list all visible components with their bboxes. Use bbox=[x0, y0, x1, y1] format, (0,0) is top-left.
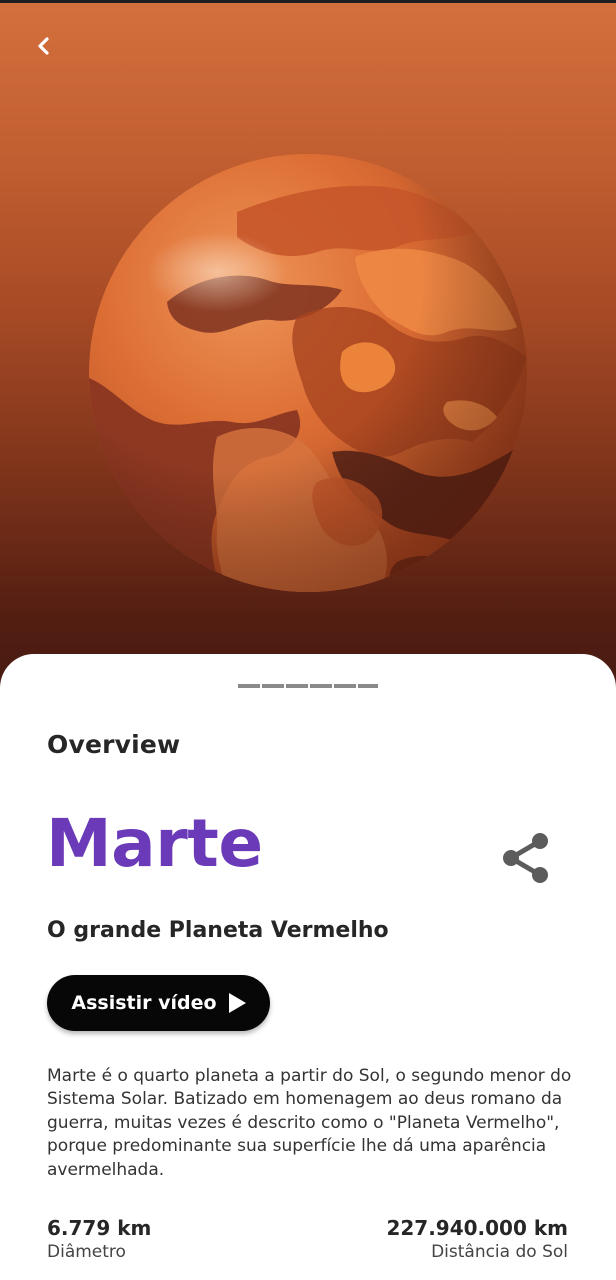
distance-label: Distância do Sol bbox=[431, 1242, 568, 1262]
mars-planet-illustration bbox=[89, 154, 527, 592]
watch-video-button[interactable]: Assistir vídeo bbox=[47, 975, 270, 1031]
planet-subtitle: O grande Planeta Vermelho bbox=[47, 918, 389, 943]
share-button[interactable] bbox=[498, 830, 554, 886]
diameter-value: 6.779 km bbox=[47, 1216, 152, 1240]
distance-value: 227.940.000 km bbox=[386, 1216, 568, 1240]
share-icon bbox=[503, 833, 548, 883]
planet-description: Marte é o quarto planeta a partir do Sol… bbox=[47, 1066, 572, 1180]
drag-handle[interactable] bbox=[238, 684, 378, 688]
chevron-left-icon bbox=[38, 37, 49, 55]
hero-section bbox=[0, 0, 616, 700]
diameter-label: Diâmetro bbox=[47, 1242, 126, 1262]
overview-heading: Overview bbox=[47, 730, 181, 759]
planet-name: Marte bbox=[46, 805, 263, 882]
play-icon bbox=[228, 993, 246, 1013]
bottom-sheet: Overview Marte O grande Planeta Vermelho… bbox=[0, 654, 616, 1280]
diameter-stat: 6.779 km Diâmetro bbox=[47, 1216, 151, 1262]
distance-stat: 227.940.000 km Distância do Sol bbox=[386, 1216, 568, 1262]
watch-video-label: Assistir vídeo bbox=[71, 992, 217, 1014]
back-button[interactable] bbox=[26, 28, 62, 64]
status-bar-strip bbox=[0, 0, 616, 3]
